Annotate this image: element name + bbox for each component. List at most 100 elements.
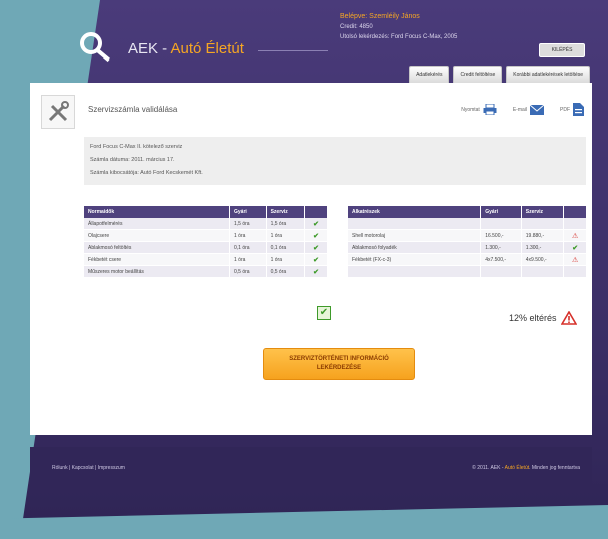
table-row	[348, 218, 587, 230]
copy-suffix: . Minden jog fenntartva	[529, 465, 580, 471]
table-row: Olajcsere 1 óra 1 óra ✔	[84, 229, 328, 242]
table-row: Állapotfelmérés 1,5 óra 1,5 óra ✔	[84, 218, 328, 230]
printer-icon	[483, 104, 497, 115]
logo-prefix: AEK -	[128, 40, 171, 57]
part-service	[521, 265, 565, 278]
norms-header-name: Normaidők	[84, 206, 231, 218]
page-title: Szervizszámla validálása	[88, 105, 178, 114]
norms-header-factory: Gyári	[229, 206, 267, 218]
table-row: Fékbetét (FX-c-3) 4x7.500,- 4x9.500,- ⚠	[348, 253, 587, 266]
norm-name: Műszeres motor beállítás	[84, 265, 231, 278]
norms-header-service: Szerviz	[266, 206, 306, 218]
table-row: Műszeres motor beállítás 0,5 óra 0,5 óra…	[84, 265, 328, 278]
print-label: Nyomtat	[461, 106, 480, 113]
check-icon: ✔	[304, 218, 328, 230]
warning-icon	[560, 311, 577, 325]
service-history-button[interactable]: SZERVIZTÖRTÉNETI INFORMÁCIÓ LEKÉRDEZÉSE	[263, 348, 415, 380]
norm-service: 1 óra	[266, 229, 306, 242]
print-button[interactable]: Nyomtat	[461, 104, 497, 115]
confirm-checkbox[interactable]: ✔	[317, 306, 331, 320]
logo-accent: Autó Életút	[170, 40, 244, 57]
footer: Rólunk | Kapcsolat | Impresszum © 2011. …	[30, 447, 592, 487]
key-icon	[80, 32, 111, 63]
part-name: Ablakmosó folyadék	[348, 241, 482, 254]
norm-factory: 0,5 óra	[229, 265, 267, 278]
part-name: Fékbetét (FX-c-3)	[348, 253, 482, 266]
norm-factory: 1,5 óra	[229, 218, 267, 230]
norm-name: Fékbetét csere	[84, 253, 231, 266]
cta-line-1: SZERVIZTÖRTÉNETI INFORMÁCIÓ	[289, 356, 389, 362]
norms-table: Normaidők Gyári Szerviz Állapotfelmérés …	[84, 206, 328, 278]
tools-icon	[41, 95, 75, 129]
part-service: 1.300,-	[521, 241, 565, 254]
check-icon: ✔	[304, 253, 328, 266]
check-icon: ✔	[304, 241, 328, 254]
warning-icon: ⚠	[563, 229, 587, 242]
parts-header-factory: Gyári	[480, 206, 522, 218]
page-actions: Nyomtat E-mail PDF	[461, 103, 584, 116]
copy-prefix: © 2011. AEK -	[472, 465, 505, 471]
difference-text: 12% eltérés	[509, 313, 557, 323]
norm-service: 0,5 óra	[266, 265, 306, 278]
email-button[interactable]: E-mail	[512, 104, 544, 115]
info-issuer: Számla kibocsátója: Autó Ford Kecskemét …	[90, 170, 203, 176]
part-factory: 1.300,-	[480, 241, 522, 254]
logo-divider	[258, 50, 328, 51]
invoice-info: Ford Focus C-Max II. kötelező szerviz Sz…	[84, 137, 586, 185]
part-status	[563, 218, 587, 230]
part-service: 19.880,-	[521, 229, 565, 242]
norm-factory: 1 óra	[229, 229, 267, 242]
norm-factory: 1 óra	[229, 253, 267, 266]
pdf-label: PDF	[560, 106, 570, 113]
tab-credit-topup[interactable]: Credit feltöltése	[453, 66, 503, 84]
part-name	[348, 218, 482, 230]
footer-copyright: © 2011. AEK - Autó Életút. Minden jog fe…	[472, 465, 580, 471]
norm-service: 1 óra	[266, 253, 306, 266]
warning-icon: ⚠	[563, 253, 587, 266]
nav-tabs: Adatlekérés Credit feltöltése Korábbi ad…	[409, 66, 590, 84]
norms-header-status	[304, 206, 328, 218]
part-factory	[480, 218, 522, 230]
last-query: Utolsó lekérdezés: Ford Focus C-Max, 200…	[340, 34, 458, 40]
check-icon: ✔	[304, 265, 328, 278]
parts-header-name: Alkatrészek	[348, 206, 482, 218]
table-row: Shell motorolaj 16.500,- 19.880,- ⚠	[348, 229, 587, 242]
norm-name: Állapotfelmérés	[84, 218, 231, 230]
part-factory: 16.500,-	[480, 229, 522, 242]
norm-name: Olajcsere	[84, 229, 231, 242]
copy-accent: Autó Életút	[504, 465, 530, 471]
parts-table: Alkatrészek Gyári Szerviz Shell motorola…	[348, 206, 587, 278]
part-name	[348, 265, 482, 278]
tab-data-request[interactable]: Adatlekérés	[409, 66, 450, 84]
norm-service: 0,1 óra	[266, 241, 306, 254]
part-service	[521, 218, 565, 230]
norm-name: Ablakmosó feltöltés	[84, 241, 231, 254]
part-name: Shell motorolaj	[348, 229, 482, 242]
difference-indicator: 12% eltérés	[509, 311, 577, 325]
email-label: E-mail	[512, 106, 527, 113]
norm-factory: 0,1 óra	[229, 241, 267, 254]
user-name: Belépve: Szemléily János	[340, 13, 420, 20]
pdf-button[interactable]: PDF	[560, 103, 584, 116]
table-row	[348, 265, 587, 278]
logo[interactable]: AEK - Autó Életút	[128, 40, 244, 57]
parts-header-service: Szerviz	[521, 206, 565, 218]
footer-links[interactable]: Rólunk | Kapcsolat | Impresszum	[52, 465, 125, 471]
info-date: Számla dátuma: 2011. március 17.	[90, 157, 175, 163]
table-row: Ablakmosó feltöltés 0,1 óra 0,1 óra ✔	[84, 241, 328, 254]
main-panel: Szervizszámla validálása Nyomtat E-mail …	[30, 83, 592, 435]
info-vehicle: Ford Focus C-Max II. kötelező szerviz	[90, 144, 183, 150]
parts-header-status	[563, 206, 587, 218]
part-service: 4x9.500,-	[521, 253, 565, 266]
cta-line-2: LEKÉRDEZÉSE	[316, 365, 362, 371]
tab-previous-downloads[interactable]: Korábbi adatlekérések letöltése	[506, 66, 590, 84]
envelope-icon	[530, 104, 544, 115]
user-box: Belépve: Szemléily János Credit: 4850 Ut…	[340, 12, 457, 42]
logout-button[interactable]: KILÉPÉS	[539, 43, 585, 57]
check-icon: ✔	[563, 241, 587, 254]
part-status	[563, 265, 587, 278]
part-factory: 4x7.500,-	[480, 253, 522, 266]
part-factory	[480, 265, 522, 278]
table-row: Ablakmosó folyadék 1.300,- 1.300,- ✔	[348, 241, 587, 254]
document-icon	[573, 103, 584, 116]
